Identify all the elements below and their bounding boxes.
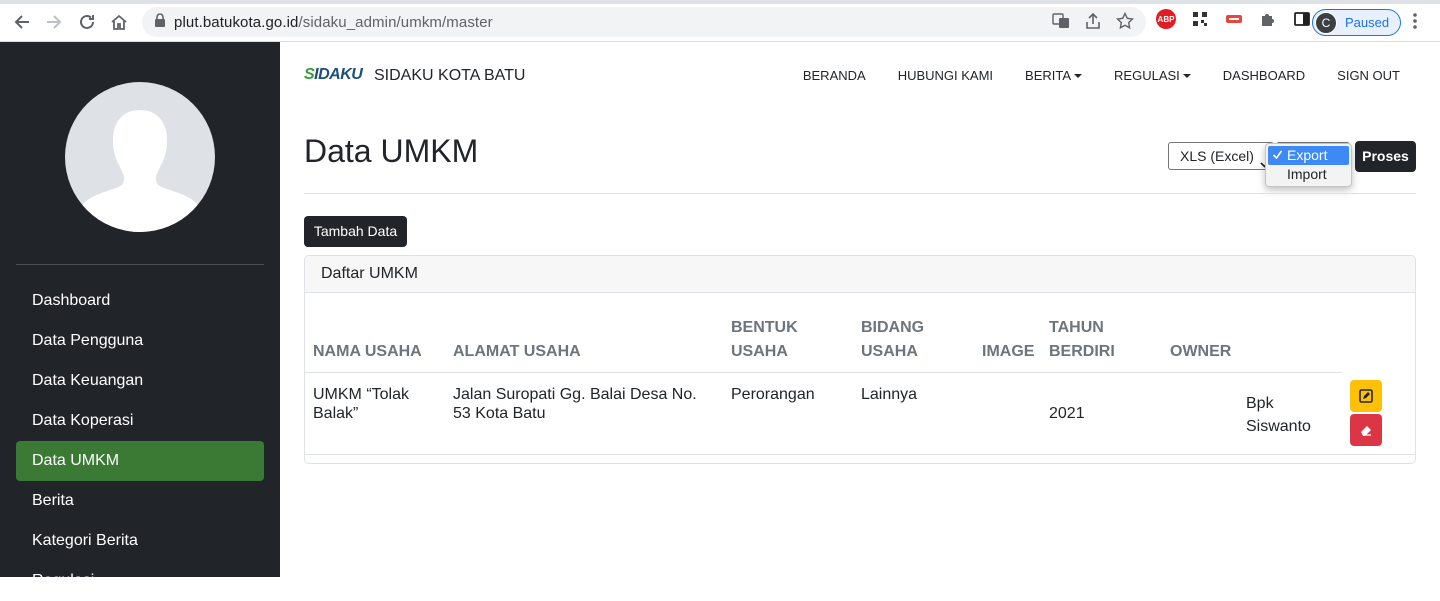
cell-bidang-usaha: Lainnya (861, 386, 918, 403)
sidebar: Dashboard Data Pengguna Data Keuangan Da… (0, 42, 280, 589)
nav-berita-dropdown[interactable]: BERITA (1025, 68, 1083, 83)
browser-menu-icon[interactable] (1412, 12, 1418, 35)
sidebar-divider (16, 264, 264, 265)
forward-icon[interactable] (42, 10, 66, 34)
address-bar[interactable]: plut.batukota.go.id/sidaku_admin/umkm/ma… (142, 7, 1146, 37)
tab-strip (0, 0, 1440, 4)
share-icon[interactable] (1084, 12, 1102, 35)
reload-icon[interactable] (75, 10, 99, 34)
brand-name[interactable]: SIDAKU KOTA BATU (374, 67, 525, 85)
adblock-extension-icon[interactable]: ABP (1156, 9, 1176, 29)
cell-tahun-berdiri: 2021 (1049, 405, 1085, 422)
red-extension-icon[interactable] (1224, 9, 1244, 29)
cell-owner: Bpk Siswanto (1246, 395, 1311, 435)
sidebar-menu: Dashboard Data Pengguna Data Keuangan Da… (16, 281, 264, 601)
option-import[interactable]: Import (1266, 165, 1351, 184)
browser-toolbar: plut.batukota.go.id/sidaku_admin/umkm/ma… (0, 0, 1440, 42)
sidebar-item-kategori-berita[interactable]: Kategori Berita (16, 521, 264, 561)
home-icon[interactable] (107, 10, 131, 34)
puzzle-extensions-icon[interactable] (1258, 9, 1278, 29)
page-title: Data UMKM (304, 133, 479, 169)
header-nama-usaha[interactable]: NAMA USAHA (313, 340, 422, 364)
header-tahun-berdiri[interactable]: TAHUN BERDIRI (1049, 316, 1115, 364)
cell-alamat-usaha: Jalan Suropati Gg. Balai Desa No. 53 Kota… (453, 386, 697, 422)
top-navbar: SIDAKU SIDAKU KOTA BATU BERANDA HUBUNGI … (280, 42, 1440, 110)
nav-sign-out[interactable]: SIGN OUT (1337, 68, 1400, 83)
delete-button[interactable] (1350, 414, 1382, 446)
option-export[interactable]: Export (1268, 146, 1349, 165)
caret-down-icon (1074, 74, 1083, 78)
url-text[interactable]: plut.batukota.go.id/sidaku_admin/umkm/ma… (174, 14, 493, 31)
sidebar-item-data-koperasi[interactable]: Data Koperasi (16, 401, 264, 441)
header-image[interactable]: IMAGE (982, 340, 1034, 364)
lock-icon[interactable] (154, 12, 166, 32)
sidebar-item-data-keuangan[interactable]: Data Keuangan (16, 361, 264, 401)
translate-icon[interactable] (1052, 12, 1070, 35)
header-owner[interactable]: OWNER (1170, 340, 1231, 364)
tambah-data-button[interactable]: Tambah Data (304, 216, 407, 247)
card-title: Daftar UMKM (305, 256, 1415, 293)
checkmark-icon (1272, 146, 1283, 165)
header-bentuk-usaha[interactable]: BENTUK USAHA (731, 316, 798, 364)
profile-avatar: C (1315, 11, 1337, 34)
header-bidang-usaha[interactable]: BIDANG USAHA (861, 316, 924, 364)
caret-down-icon (1182, 74, 1191, 78)
nav-links: BERANDA HUBUNGI KAMI BERITA REGULASI DAS… (803, 68, 1400, 83)
eraser-icon (1361, 426, 1371, 436)
side-panel-icon[interactable] (1292, 9, 1312, 29)
bookmark-star-icon[interactable] (1115, 11, 1135, 35)
proses-button[interactable]: Proses (1355, 141, 1416, 172)
edit-button[interactable] (1350, 380, 1382, 412)
nav-regulasi-dropdown[interactable]: REGULASI (1114, 68, 1191, 83)
person-silhouette-icon (83, 110, 197, 232)
action-dropdown-list: Export Import (1265, 143, 1352, 187)
sidebar-item-berita[interactable]: Berita (16, 481, 264, 521)
header-alamat-usaha[interactable]: ALAMAT USAHA (453, 340, 581, 364)
nav-beranda[interactable]: BERANDA (803, 68, 866, 83)
sidebar-item-regulasi[interactable]: Regulasi (16, 561, 264, 601)
profile-paused-button[interactable]: C Paused (1312, 9, 1401, 36)
cell-bentuk-usaha: Perorangan (731, 386, 815, 403)
title-divider (304, 193, 1416, 194)
nav-hubungi-kami[interactable]: HUBUNGI KAMI (898, 68, 993, 83)
sidebar-item-dashboard[interactable]: Dashboard (16, 281, 264, 321)
cell-nama-usaha: UMKM “Tolak Balak” (313, 386, 410, 422)
qr-extension-icon[interactable] (1190, 9, 1210, 29)
nav-dashboard[interactable]: DASHBOARD (1223, 68, 1305, 83)
profile-status: Paused (1345, 15, 1390, 30)
sidebar-item-data-umkm[interactable]: Data UMKM (16, 441, 264, 481)
header-row-divider (305, 372, 1342, 373)
format-select[interactable]: XLS (Excel) (1168, 142, 1274, 170)
user-avatar (65, 82, 215, 232)
back-icon[interactable] (10, 10, 34, 34)
row-divider (305, 454, 1415, 455)
sidaku-logo[interactable]: SIDAKU (304, 66, 363, 84)
edit-icon (1359, 389, 1373, 403)
sidebar-item-data-pengguna[interactable]: Data Pengguna (16, 321, 264, 361)
